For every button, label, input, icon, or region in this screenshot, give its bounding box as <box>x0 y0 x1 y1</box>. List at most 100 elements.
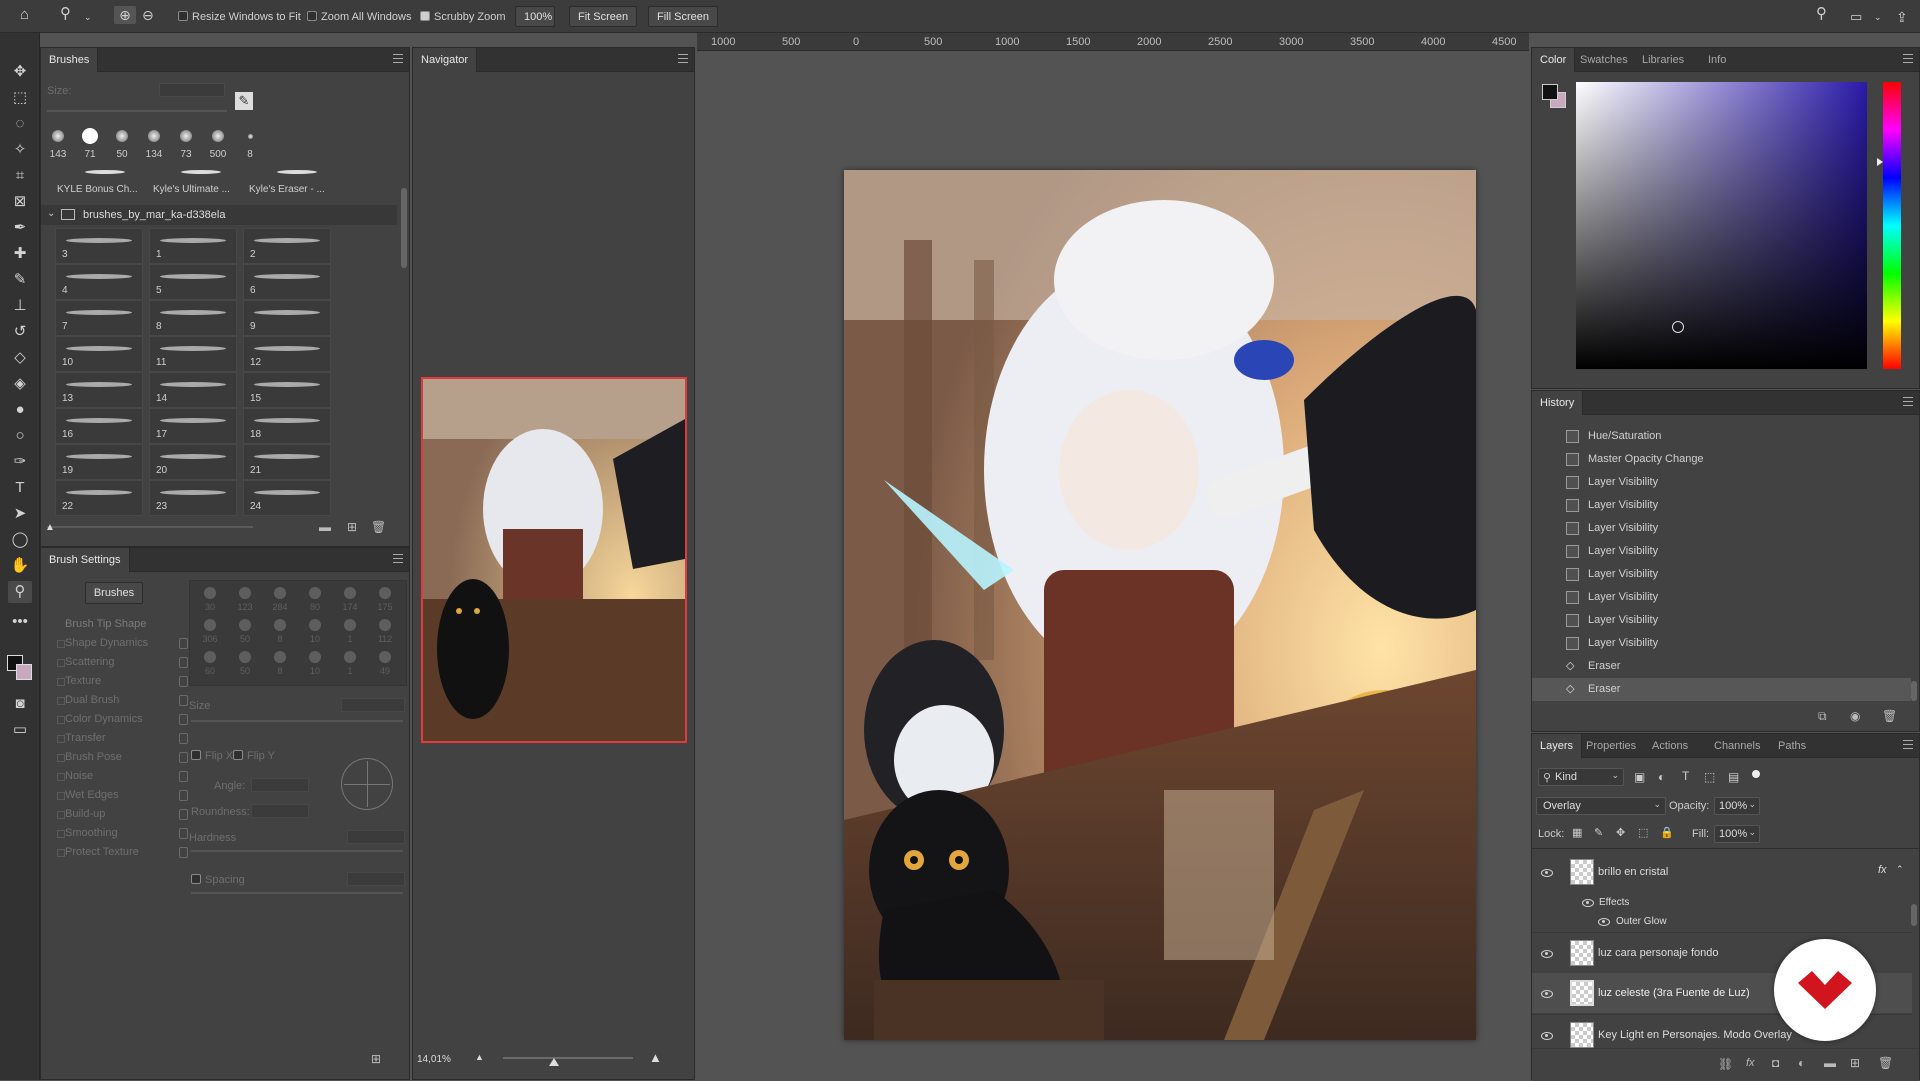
angle-input[interactable] <box>251 778 309 792</box>
brush-thumbnail[interactable]: 13 <box>55 372 143 408</box>
blur-tool-icon[interactable]: ● <box>8 399 32 421</box>
tab-history[interactable]: History <box>1532 391 1584 415</box>
brush-tip-cell[interactable]: 8 <box>264 649 296 679</box>
brush-tip-cell[interactable]: 284 <box>264 585 296 615</box>
brush-tip-cell[interactable]: 306 <box>194 617 226 647</box>
lock-icon[interactable] <box>179 695 188 706</box>
visibility-eye-icon[interactable] <box>1541 1032 1553 1040</box>
resize-windows-checkbox[interactable]: Resize Windows to Fit <box>178 8 301 26</box>
background-color-swatch[interactable] <box>16 664 32 680</box>
lock-icon[interactable] <box>179 676 188 687</box>
brushes-scrollbar[interactable] <box>401 188 407 268</box>
named-brush[interactable]: Kyle's Eraser - ... <box>247 166 339 200</box>
history-state[interactable]: Layer Visibility <box>1532 517 1911 540</box>
history-state[interactable]: ◇ Eraser <box>1532 678 1911 701</box>
panel-menu-icon[interactable] <box>1903 397 1913 406</box>
tab-info[interactable]: Info <box>1700 48 1734 72</box>
new-layer-icon[interactable]: ⊞ <box>1850 1056 1860 1070</box>
tab-properties[interactable]: Properties <box>1578 734 1644 758</box>
lock-icon[interactable] <box>179 809 188 820</box>
brush-thumbnail[interactable]: 2 <box>243 228 331 264</box>
snapshot-camera-icon[interactable]: ◉ <box>1850 709 1860 723</box>
brush-thumbnail[interactable]: 6 <box>243 264 331 300</box>
thumb-size-slider[interactable] <box>47 526 253 528</box>
panel-menu-icon[interactable] <box>1903 54 1913 63</box>
tab-navigator[interactable]: Navigator <box>413 48 478 72</box>
hardness-slider[interactable] <box>191 850 403 852</box>
dodge-tool-icon[interactable]: ○ <box>8 425 32 447</box>
brush-thumbnail[interactable]: 21 <box>243 444 331 480</box>
brushes-button[interactable]: Brushes <box>85 582 143 604</box>
lock-icon[interactable] <box>179 752 188 763</box>
brush-tip-cell[interactable]: 50 <box>229 649 261 679</box>
filter-smart-object-icon[interactable]: ▤ <box>1728 770 1739 784</box>
tab-paths[interactable]: Paths <box>1770 734 1814 758</box>
brush-thumbnail[interactable]: 15 <box>243 372 331 408</box>
history-brush-icon[interactable]: ↺ <box>8 321 32 343</box>
filter-toggle-icon[interactable] <box>1752 770 1760 778</box>
outer-glow-eye-icon[interactable] <box>1598 918 1610 926</box>
setting-checkbox[interactable] <box>57 678 65 686</box>
add-style-fx-icon[interactable]: fx <box>1746 1057 1755 1069</box>
named-brush[interactable]: Kyle's Ultimate ... <box>151 166 243 200</box>
stamp-tool-icon[interactable]: ⊥ <box>8 295 32 317</box>
setting-checkbox[interactable] <box>57 754 65 762</box>
history-state[interactable]: Master Opacity Change <box>1532 448 1911 471</box>
chevron-down-icon[interactable]: ⌄ <box>84 8 92 26</box>
lock-artboard-icon[interactable]: ⬚ <box>1638 826 1648 839</box>
brush-preset[interactable]: 73 <box>171 124 201 164</box>
brush-setting-item[interactable]: Smoothing <box>57 827 188 843</box>
brush-setting-item[interactable]: Texture <box>57 675 188 691</box>
setting-checkbox[interactable] <box>57 849 65 857</box>
brush-tip-cell[interactable]: 30 <box>194 585 226 615</box>
size-setting-input[interactable] <box>341 698 405 712</box>
history-state[interactable]: Layer Visibility <box>1532 471 1911 494</box>
brush-setting-item[interactable]: Scattering <box>57 656 188 672</box>
setting-checkbox[interactable] <box>57 792 65 800</box>
navigator-preview[interactable] <box>421 377 687 743</box>
filter-pixel-icon[interactable]: ▣ <box>1634 770 1645 784</box>
lock-icon[interactable] <box>179 733 188 744</box>
type-tool-icon[interactable]: T <box>8 477 32 499</box>
panel-menu-icon[interactable] <box>393 554 403 563</box>
lock-transparent-icon[interactable]: ▦ <box>1572 826 1582 839</box>
navigator-zoom-value[interactable]: 14,01% <box>417 1054 451 1065</box>
new-group-icon[interactable]: ▬ <box>319 520 331 534</box>
visibility-eye-icon[interactable] <box>1541 950 1553 958</box>
brush-tip-cell[interactable]: 175 <box>369 585 401 615</box>
color-foreground-swatch[interactable] <box>1542 84 1558 100</box>
lock-icon[interactable] <box>179 771 188 782</box>
new-brush-icon[interactable]: ⊞ <box>347 520 357 534</box>
history-state[interactable]: Layer Visibility <box>1532 609 1911 632</box>
history-state[interactable]: Layer Visibility <box>1532 586 1911 609</box>
chevron-down-icon[interactable]: ⌄ <box>47 208 55 219</box>
history-scrollbar[interactable] <box>1911 681 1917 701</box>
setting-checkbox[interactable] <box>57 640 65 648</box>
brush-tip-cell[interactable]: 1 <box>334 649 366 679</box>
outer-glow-row[interactable]: Outer Glow <box>1532 913 1912 931</box>
brush-preset[interactable]: 134 <box>139 124 169 164</box>
zoom-tool-icon[interactable]: ⚲ <box>60 5 71 23</box>
brush-thumbnail[interactable]: 8 <box>149 300 237 336</box>
delete-state-icon[interactable]: 🗑 <box>1882 709 1897 723</box>
tab-swatches[interactable]: Swatches <box>1572 48 1636 72</box>
panel-menu-icon[interactable] <box>1903 740 1913 749</box>
share-icon[interactable]: ⇪ <box>1896 8 1908 26</box>
tab-color[interactable]: Color <box>1532 48 1576 72</box>
brush-tip-cell[interactable]: 60 <box>194 649 226 679</box>
lock-pixels-brush-icon[interactable]: ✎ <box>1594 826 1603 839</box>
history-state[interactable]: Layer Visibility <box>1532 540 1911 563</box>
brush-thumbnail[interactable]: 11 <box>149 336 237 372</box>
panel-menu-icon[interactable] <box>393 54 403 63</box>
tab-layers[interactable]: Layers <box>1532 734 1583 758</box>
brush-thumbnail[interactable]: 7 <box>55 300 143 336</box>
crop-tool-icon[interactable]: ⌗ <box>8 165 32 187</box>
healing-brush-icon[interactable]: ✚ <box>8 243 32 265</box>
setting-checkbox[interactable] <box>57 659 65 667</box>
frame-tool-icon[interactable]: ⊠ <box>8 191 32 213</box>
magic-wand-icon[interactable]: ✧ <box>8 139 32 161</box>
fx-icon[interactable]: fx <box>1878 864 1887 876</box>
brush-setting-item[interactable]: Noise <box>57 770 188 786</box>
delete-brush-icon[interactable]: 🗑 <box>371 520 386 534</box>
setting-checkbox[interactable] <box>57 697 65 705</box>
